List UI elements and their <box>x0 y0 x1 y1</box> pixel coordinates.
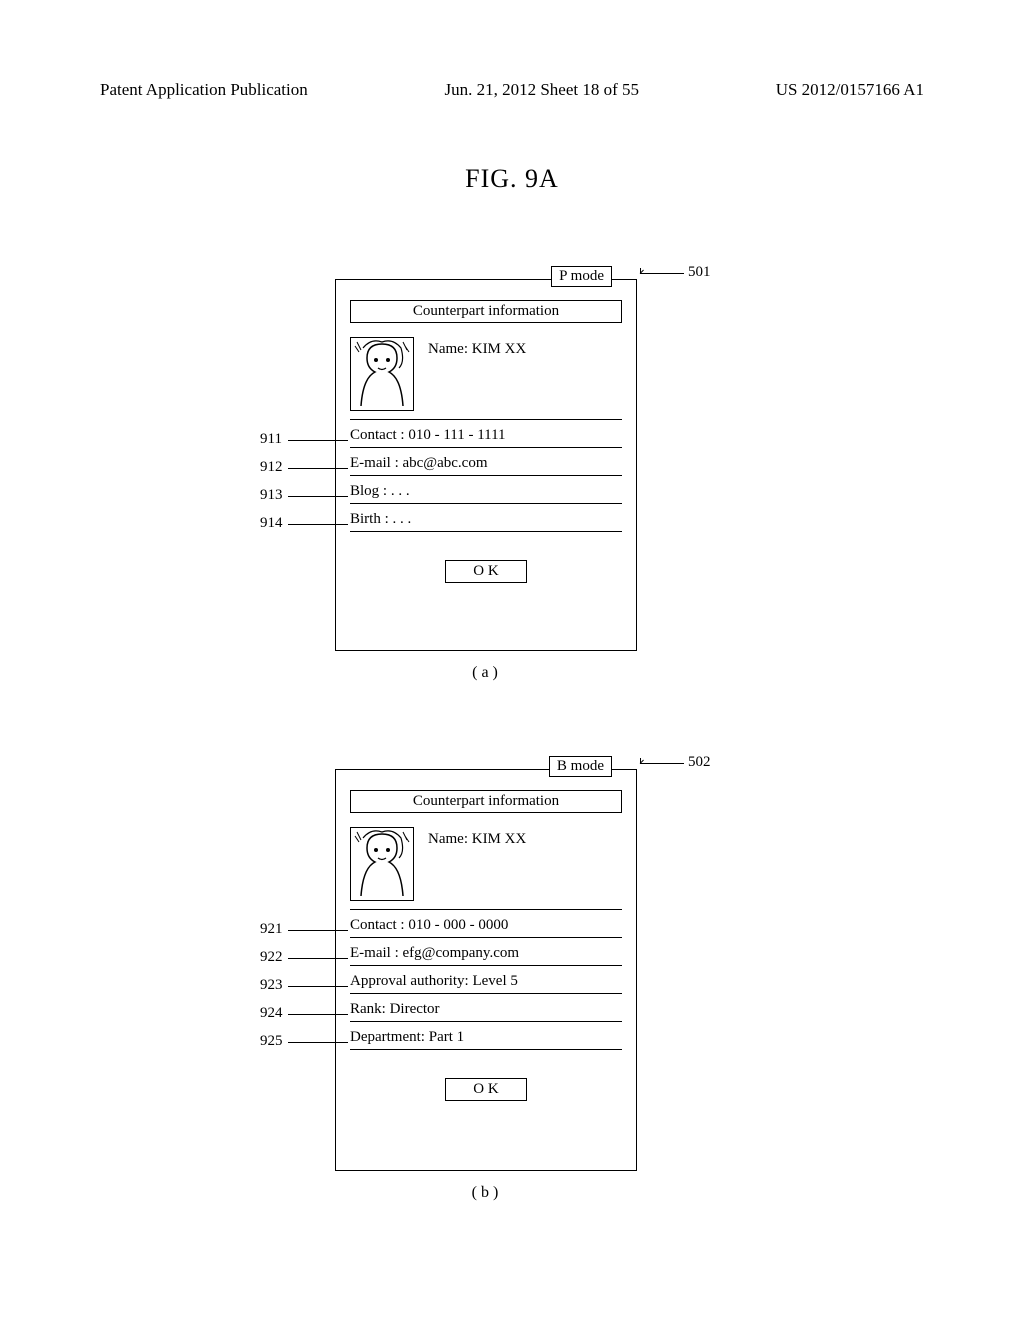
ref-line-925 <box>288 1042 348 1043</box>
ref-line-502 <box>640 763 684 764</box>
ref-line-913 <box>288 496 348 497</box>
ref-501: 501 <box>688 264 711 281</box>
patent-page: Patent Application Publication Jun. 21, … <box>0 0 1024 1320</box>
ref-line-923 <box>288 986 348 987</box>
figure-drawing: P mode Counterpart information Name: KIM… <box>90 224 934 1274</box>
field-contact-b: Contact : 010 - 000 - 0000 <box>350 912 622 938</box>
field-contact-a: Contact : 010 - 111 - 1111 <box>350 422 622 448</box>
ref-922: 922 <box>260 949 283 966</box>
contact-header-b: Name: KIM XX <box>336 823 636 901</box>
avatar-a <box>350 337 414 411</box>
field-department-b: Department: Part 1 <box>350 1024 622 1050</box>
phone-screen-b: B mode Counterpart information Name: KIM… <box>335 769 637 1171</box>
divider-a <box>350 419 622 420</box>
ref-924: 924 <box>260 1005 283 1022</box>
page-header: Patent Application Publication Jun. 21, … <box>90 80 934 104</box>
mode-badge-a: P mode <box>551 266 612 287</box>
field-email-b: E-mail : efg@company.com <box>350 940 622 966</box>
ref-911: 911 <box>260 431 282 448</box>
contact-name-a: Name: KIM XX <box>428 337 526 358</box>
mode-badge-b: B mode <box>549 756 612 777</box>
ref-502: 502 <box>688 754 711 771</box>
header-right: US 2012/0157166 A1 <box>776 80 924 100</box>
counterpart-title-a: Counterpart information <box>350 300 622 323</box>
avatar-b <box>350 827 414 901</box>
subfigure-label-a: ( a ) <box>335 664 635 682</box>
contact-header-a: Name: KIM XX <box>336 333 636 411</box>
ref-913: 913 <box>260 487 283 504</box>
ok-button-b[interactable]: O K <box>445 1078 527 1101</box>
header-left: Patent Application Publication <box>100 80 308 100</box>
ref-line-501 <box>640 273 684 274</box>
person-sketch-icon <box>351 338 413 410</box>
ref-line-912 <box>288 468 348 469</box>
ref-line-921 <box>288 930 348 931</box>
divider-b <box>350 909 622 910</box>
figure-title: FIG. 9A <box>90 164 934 194</box>
ref-912: 912 <box>260 459 283 476</box>
ref-921: 921 <box>260 921 283 938</box>
person-sketch-icon <box>351 828 413 900</box>
contact-name-b: Name: KIM XX <box>428 827 526 848</box>
ok-button-a[interactable]: O K <box>445 560 527 583</box>
counterpart-title-b: Counterpart information <box>350 790 622 813</box>
field-birth-a: Birth : . . . <box>350 506 622 532</box>
phone-screen-a: P mode Counterpart information Name: KIM… <box>335 279 637 651</box>
field-blog-a: Blog : . . . <box>350 478 622 504</box>
header-center: Jun. 21, 2012 Sheet 18 of 55 <box>444 80 639 100</box>
ref-914: 914 <box>260 515 283 532</box>
ref-925: 925 <box>260 1033 283 1050</box>
field-rank-b: Rank: Director <box>350 996 622 1022</box>
ref-line-914 <box>288 524 348 525</box>
ref-line-924 <box>288 1014 348 1015</box>
subfigure-label-b: ( b ) <box>335 1184 635 1202</box>
ref-line-911 <box>288 440 348 441</box>
field-approval-b: Approval authority: Level 5 <box>350 968 622 994</box>
ref-line-922 <box>288 958 348 959</box>
field-email-a: E-mail : abc@abc.com <box>350 450 622 476</box>
ref-923: 923 <box>260 977 283 994</box>
